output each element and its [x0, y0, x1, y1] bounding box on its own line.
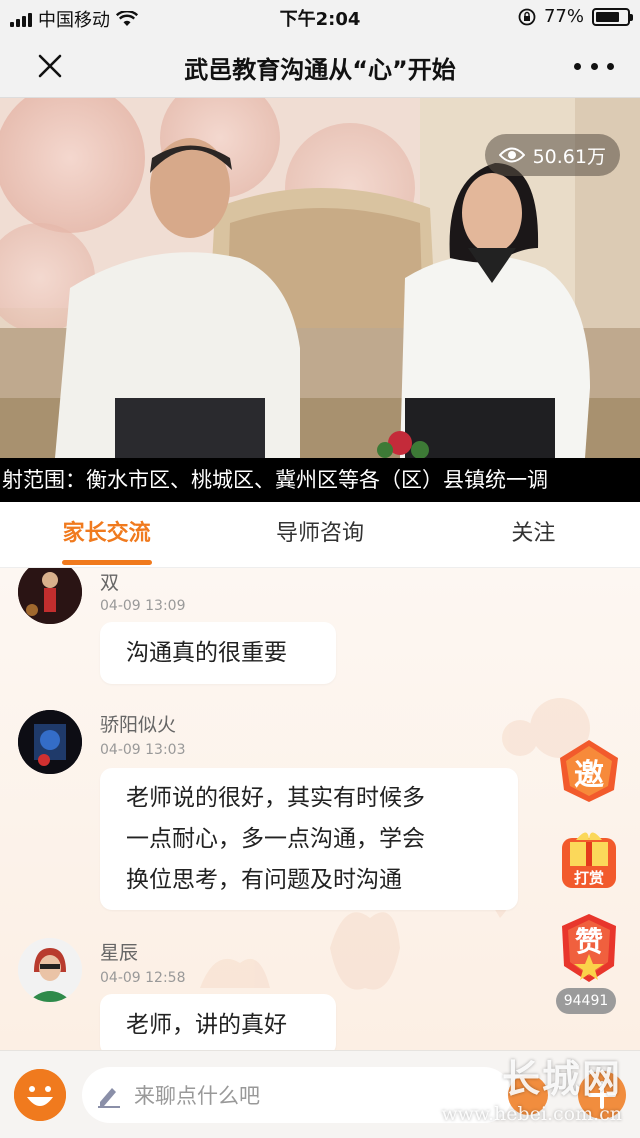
- like-count: 94491: [556, 988, 616, 1014]
- pencil-icon: [98, 1088, 120, 1108]
- tab-follow[interactable]: 关注: [427, 502, 640, 567]
- message-line: 老师说的很好，其实有时候多: [126, 785, 425, 811]
- status-right: 77%: [518, 6, 633, 27]
- tab-active-indicator: [61, 560, 152, 565]
- view-count-badge: 50.61万: [484, 134, 620, 176]
- status-bar: 中国移动 下午2:04 77%: [0, 0, 640, 34]
- reward-button[interactable]: 打赏: [556, 828, 622, 890]
- message-bubble: 老师说的很好，其实有时候多 一点耐心，多一点沟通，学会 换位思考，有问题及时沟通: [100, 768, 518, 910]
- tab-parent-exchange[interactable]: 家长交流: [0, 502, 213, 567]
- message-bubble: 老师，讲的真好: [100, 994, 336, 1050]
- watermark-brand: 长城网: [501, 1057, 622, 1101]
- chat-message: 骄阳似火 04-09 13:03 老师说的很好，其实有时候多 一点耐心，多一点沟…: [0, 710, 540, 920]
- battery-percent: 77%: [543, 6, 584, 27]
- nav-bar: 武邑教育沟通从“心”开始: [0, 34, 640, 98]
- more-dots-icon[interactable]: [574, 52, 614, 80]
- avatar[interactable]: [18, 568, 82, 624]
- tab-bar: 家长交流 导师咨询 关注: [0, 502, 640, 568]
- reward-label: 打赏: [573, 869, 604, 887]
- message-line: 换位思考，有问题及时沟通: [126, 867, 402, 893]
- battery-icon: [592, 7, 633, 26]
- message-author: 星辰: [100, 942, 139, 964]
- message-bubble: 沟通真的很重要: [100, 622, 336, 684]
- eye-icon: [498, 147, 525, 163]
- orientation-lock-icon: [518, 8, 536, 25]
- chat-message: 星辰 04-09 12:58 老师，讲的真好: [0, 936, 540, 1050]
- chat-message: 双 04-09 13:09 沟通真的很重要: [0, 568, 540, 686]
- watermark: 长城网 www.hebei.com.cn: [441, 1048, 622, 1125]
- message-line: 一点耐心，多一点沟通，学会: [126, 826, 425, 852]
- page-title: 武邑教育沟通从“心”开始: [184, 56, 456, 84]
- chat-list[interactable]: 双 04-09 13:09 沟通真的很重要 骄阳似火 04-09 13:03 老…: [0, 568, 640, 1050]
- close-icon[interactable]: [32, 48, 68, 84]
- like-button[interactable]: 赞: [556, 910, 622, 986]
- video-ticker: 射范围：衡水市区、桃城区、冀州区等各（区）县镇统一调: [0, 458, 640, 502]
- message-author: 骄阳似火: [100, 714, 177, 736]
- message-author: 双: [100, 572, 120, 594]
- invite-button[interactable]: 邀: [556, 738, 622, 804]
- tab-label: 家长交流: [62, 521, 151, 546]
- message-time: 04-09 13:09: [100, 598, 186, 614]
- message-time: 04-09 13:03: [100, 742, 186, 758]
- video-player[interactable]: 50.61万: [0, 98, 640, 458]
- like-label: 赞: [574, 925, 603, 958]
- view-count: 50.61万: [532, 145, 606, 168]
- message-time: 04-09 12:58: [100, 970, 186, 986]
- watermark-url: www.hebei.com.cn: [441, 1103, 622, 1125]
- invite-label: 邀: [574, 758, 604, 793]
- avatar[interactable]: [18, 710, 82, 774]
- chat-input-placeholder: 来聊点什么吧: [134, 1084, 260, 1108]
- tab-mentor-consult[interactable]: 导师咨询: [213, 502, 426, 567]
- tab-label: 导师咨询: [275, 521, 364, 546]
- emoji-button[interactable]: [14, 1069, 66, 1121]
- smiley-icon: [14, 1069, 66, 1121]
- tab-label: 关注: [511, 521, 556, 546]
- battery-level: [596, 11, 620, 22]
- avatar[interactable]: [18, 938, 82, 1002]
